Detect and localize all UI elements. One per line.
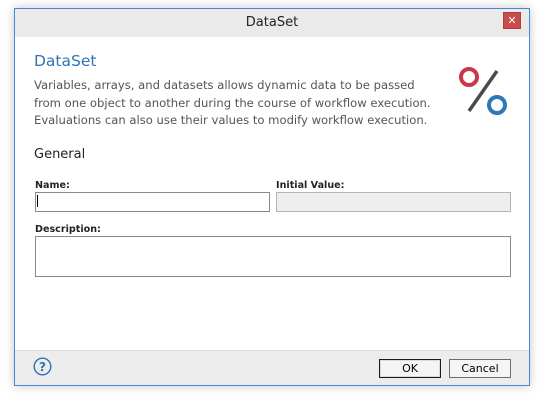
text-caret [37, 195, 38, 207]
description-label: Description: [35, 224, 101, 235]
name-input[interactable] [35, 192, 270, 212]
description-textarea[interactable] [35, 236, 511, 277]
percent-bottom-circle [487, 95, 507, 115]
cancel-button[interactable]: Cancel [449, 359, 511, 378]
initial-value-label: Initial Value: [276, 180, 345, 191]
close-icon: ✕ [507, 14, 517, 27]
section-general-title: General [34, 147, 86, 162]
window-title: DataSet [245, 15, 299, 30]
dialog-heading: DataSet [34, 52, 97, 70]
percent-slash [467, 69, 499, 113]
help-glyph: ? [39, 360, 46, 374]
initial-value-input[interactable] [276, 192, 511, 212]
percent-top-circle [459, 67, 479, 87]
dataset-dialog: DataSet ✕ DataSet Variables, arrays, and… [14, 8, 530, 386]
title-bar[interactable]: DataSet ✕ [15, 9, 529, 37]
help-icon[interactable]: ? [33, 357, 52, 376]
dialog-description: Variables, arrays, and datasets allows d… [34, 78, 431, 127]
percent-icon [459, 67, 507, 115]
name-label: Name: [35, 180, 70, 191]
dialog-header: DataSet Variables, arrays, and datasets … [15, 37, 529, 137]
dialog-footer: ? OK Cancel [15, 350, 529, 385]
ok-button[interactable]: OK [379, 359, 441, 378]
close-button[interactable]: ✕ [503, 12, 521, 29]
